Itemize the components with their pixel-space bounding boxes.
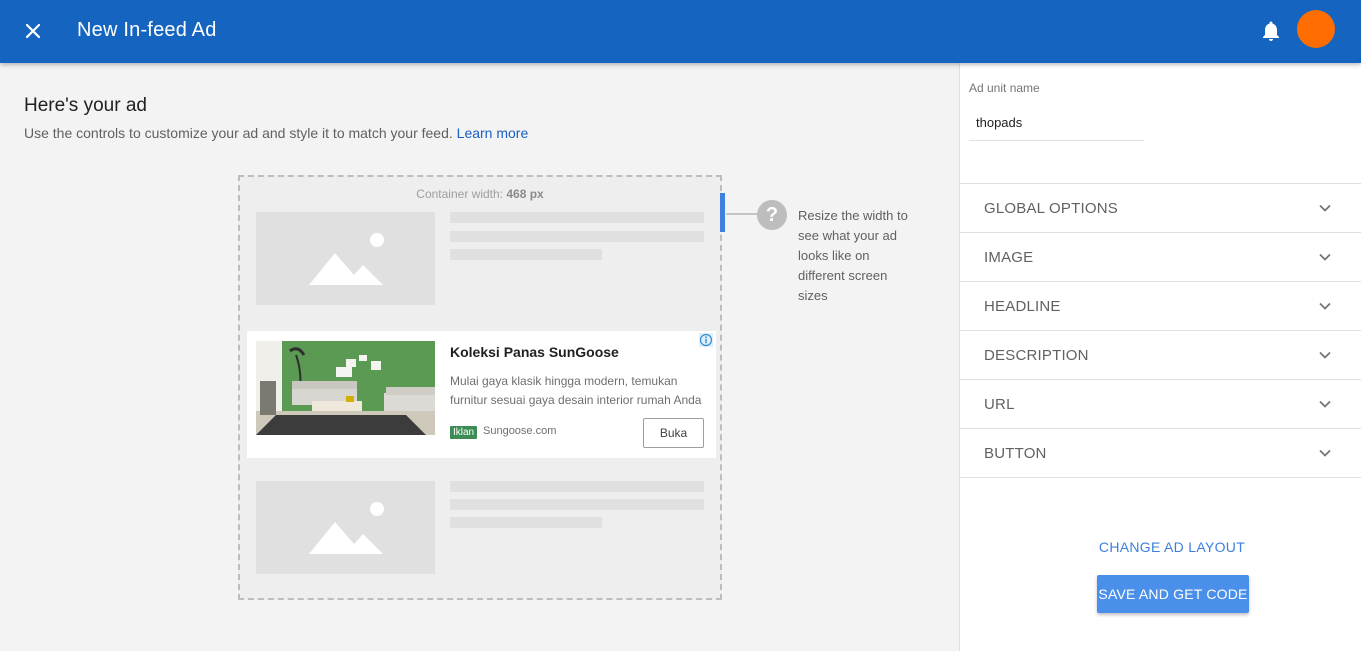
ad-url[interactable]: Sungoose.com (483, 425, 556, 437)
chevron-down-icon (1319, 253, 1331, 261)
section-button[interactable]: BUTTON (960, 428, 1361, 477)
section-label: URL (984, 396, 1015, 413)
ad-cta-button[interactable]: Buka (643, 418, 704, 448)
section-label: DESCRIPTION (984, 347, 1089, 364)
ad-description: Mulai gaya klasik hingga modern, temukan… (450, 374, 702, 407)
section-global-options[interactable]: GLOBAL OPTIONS (960, 183, 1361, 232)
placeholder-line (450, 481, 704, 492)
container-width-value: 468 px (506, 187, 544, 201)
ad-preview-container: Container width: 468 px Koleksi Panas Su… (238, 175, 725, 600)
placeholder-image-icon (256, 212, 435, 305)
section-image[interactable]: IMAGE (960, 232, 1361, 281)
section-label: GLOBAL OPTIONS (984, 200, 1118, 217)
section-heading: Here's your ad (24, 95, 147, 116)
bell-icon[interactable] (1259, 19, 1283, 43)
help-text: Resize the width to see what your ad loo… (798, 208, 908, 303)
chevron-down-icon (1319, 449, 1331, 457)
top-app-bar: New In-feed Ad (0, 0, 1361, 63)
ad-headline[interactable]: Koleksi Panas SunGoose (450, 344, 619, 360)
ad-unit-name-input[interactable] (969, 104, 1144, 141)
ad-badge: Iklan (450, 426, 478, 439)
section-description[interactable]: DESCRIPTION (960, 330, 1361, 379)
container-width-label: Container width: 468 px (240, 187, 720, 201)
info-icon[interactable] (699, 333, 713, 347)
placeholder-image-icon (256, 481, 435, 574)
placeholder-line (450, 212, 704, 223)
page-title: New In-feed Ad (77, 19, 217, 41)
placeholder-line (450, 249, 602, 260)
section-label: HEADLINE (984, 298, 1061, 315)
save-and-get-code-button[interactable]: SAVE AND GET CODE (1097, 575, 1249, 613)
chevron-down-icon (1319, 400, 1331, 408)
placeholder-line (450, 517, 602, 528)
subtitle-text: Use the controls to customize your ad an… (24, 125, 453, 141)
container-width-text: Container width: (416, 187, 503, 201)
help-connector (726, 213, 758, 215)
settings-panel: Ad unit name GLOBAL OPTIONS IMAGE HEADLI… (959, 63, 1361, 651)
placeholder-line (450, 231, 704, 242)
resize-handle[interactable] (720, 193, 725, 232)
ad-card[interactable]: Koleksi Panas SunGoose Mulai gaya klasik… (247, 331, 716, 458)
chevron-down-icon (1319, 204, 1331, 212)
question-mark-icon[interactable]: ? (757, 200, 787, 230)
placeholder-line (450, 499, 704, 510)
avatar[interactable] (1297, 10, 1335, 48)
close-icon[interactable] (20, 18, 46, 44)
chevron-down-icon (1319, 302, 1331, 310)
main-content: Here's your ad Use the controls to custo… (0, 63, 959, 651)
subtitle: Use the controls to customize your ad an… (24, 125, 528, 141)
section-label: BUTTON (984, 445, 1047, 462)
divider (960, 477, 1361, 478)
ad-image[interactable] (256, 341, 435, 435)
section-headline[interactable]: HEADLINE (960, 281, 1361, 330)
change-ad-layout-link[interactable]: CHANGE AD LAYOUT (960, 539, 1361, 555)
section-url[interactable]: URL (960, 379, 1361, 428)
learn-more-link[interactable]: Learn more (457, 125, 529, 141)
section-label: IMAGE (984, 249, 1034, 266)
ad-unit-name-label: Ad unit name (969, 81, 1040, 95)
chevron-down-icon (1319, 351, 1331, 359)
